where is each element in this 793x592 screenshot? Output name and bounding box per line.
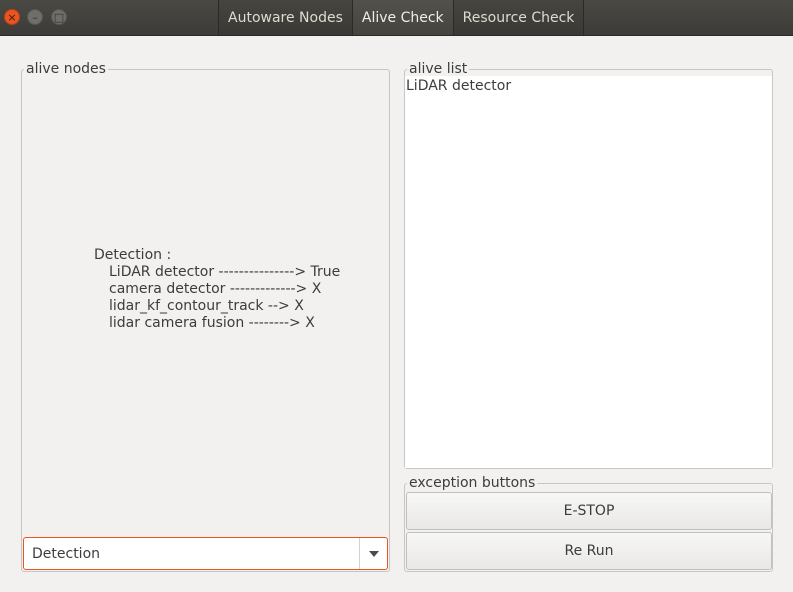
status-line: LiDAR detector ---------------> True	[109, 264, 341, 280]
detection-combobox[interactable]: Detection	[23, 537, 388, 570]
alive-nodes-group: alive nodes Detection : LiDAR detector -…	[21, 61, 390, 572]
status-line: lidar_kf_contour_track --> X	[109, 298, 304, 314]
exception-buttons-group: exception buttons E-STOP Re Run	[404, 475, 773, 572]
close-icon[interactable]: ×	[4, 9, 20, 25]
status-line: lidar camera fusion --------> X	[109, 315, 315, 331]
maximize-icon[interactable]: □	[51, 9, 67, 25]
combobox-value: Detection	[32, 545, 101, 562]
alive-list-title: alive list	[407, 61, 470, 77]
tab-bar: Autoware Nodes Alive Check Resource Chec…	[218, 0, 585, 35]
tab-resource-check[interactable]: Resource Check	[452, 0, 585, 35]
detection-status-text: Detection : LiDAR detector -------------…	[94, 247, 340, 332]
alive-list-group: alive list LiDAR detector	[404, 61, 773, 469]
list-item[interactable]: LiDAR detector	[405, 76, 772, 95]
minimize-icon[interactable]: –	[27, 9, 43, 25]
tab-autoware-nodes[interactable]: Autoware Nodes	[218, 0, 352, 35]
status-line: camera detector -------------> X	[109, 281, 322, 297]
detection-header: Detection :	[94, 247, 172, 263]
alive-listbox[interactable]: LiDAR detector	[405, 76, 772, 468]
exception-buttons-title: exception buttons	[407, 475, 538, 491]
estop-button[interactable]: E-STOP	[406, 492, 772, 530]
tab-alive-check[interactable]: Alive Check	[351, 0, 453, 35]
chevron-down-icon[interactable]	[359, 538, 387, 569]
alive-nodes-title: alive nodes	[24, 61, 108, 77]
title-bar: × – □ Autoware Nodes Alive Check Resourc…	[0, 0, 793, 36]
rerun-button[interactable]: Re Run	[406, 532, 772, 570]
